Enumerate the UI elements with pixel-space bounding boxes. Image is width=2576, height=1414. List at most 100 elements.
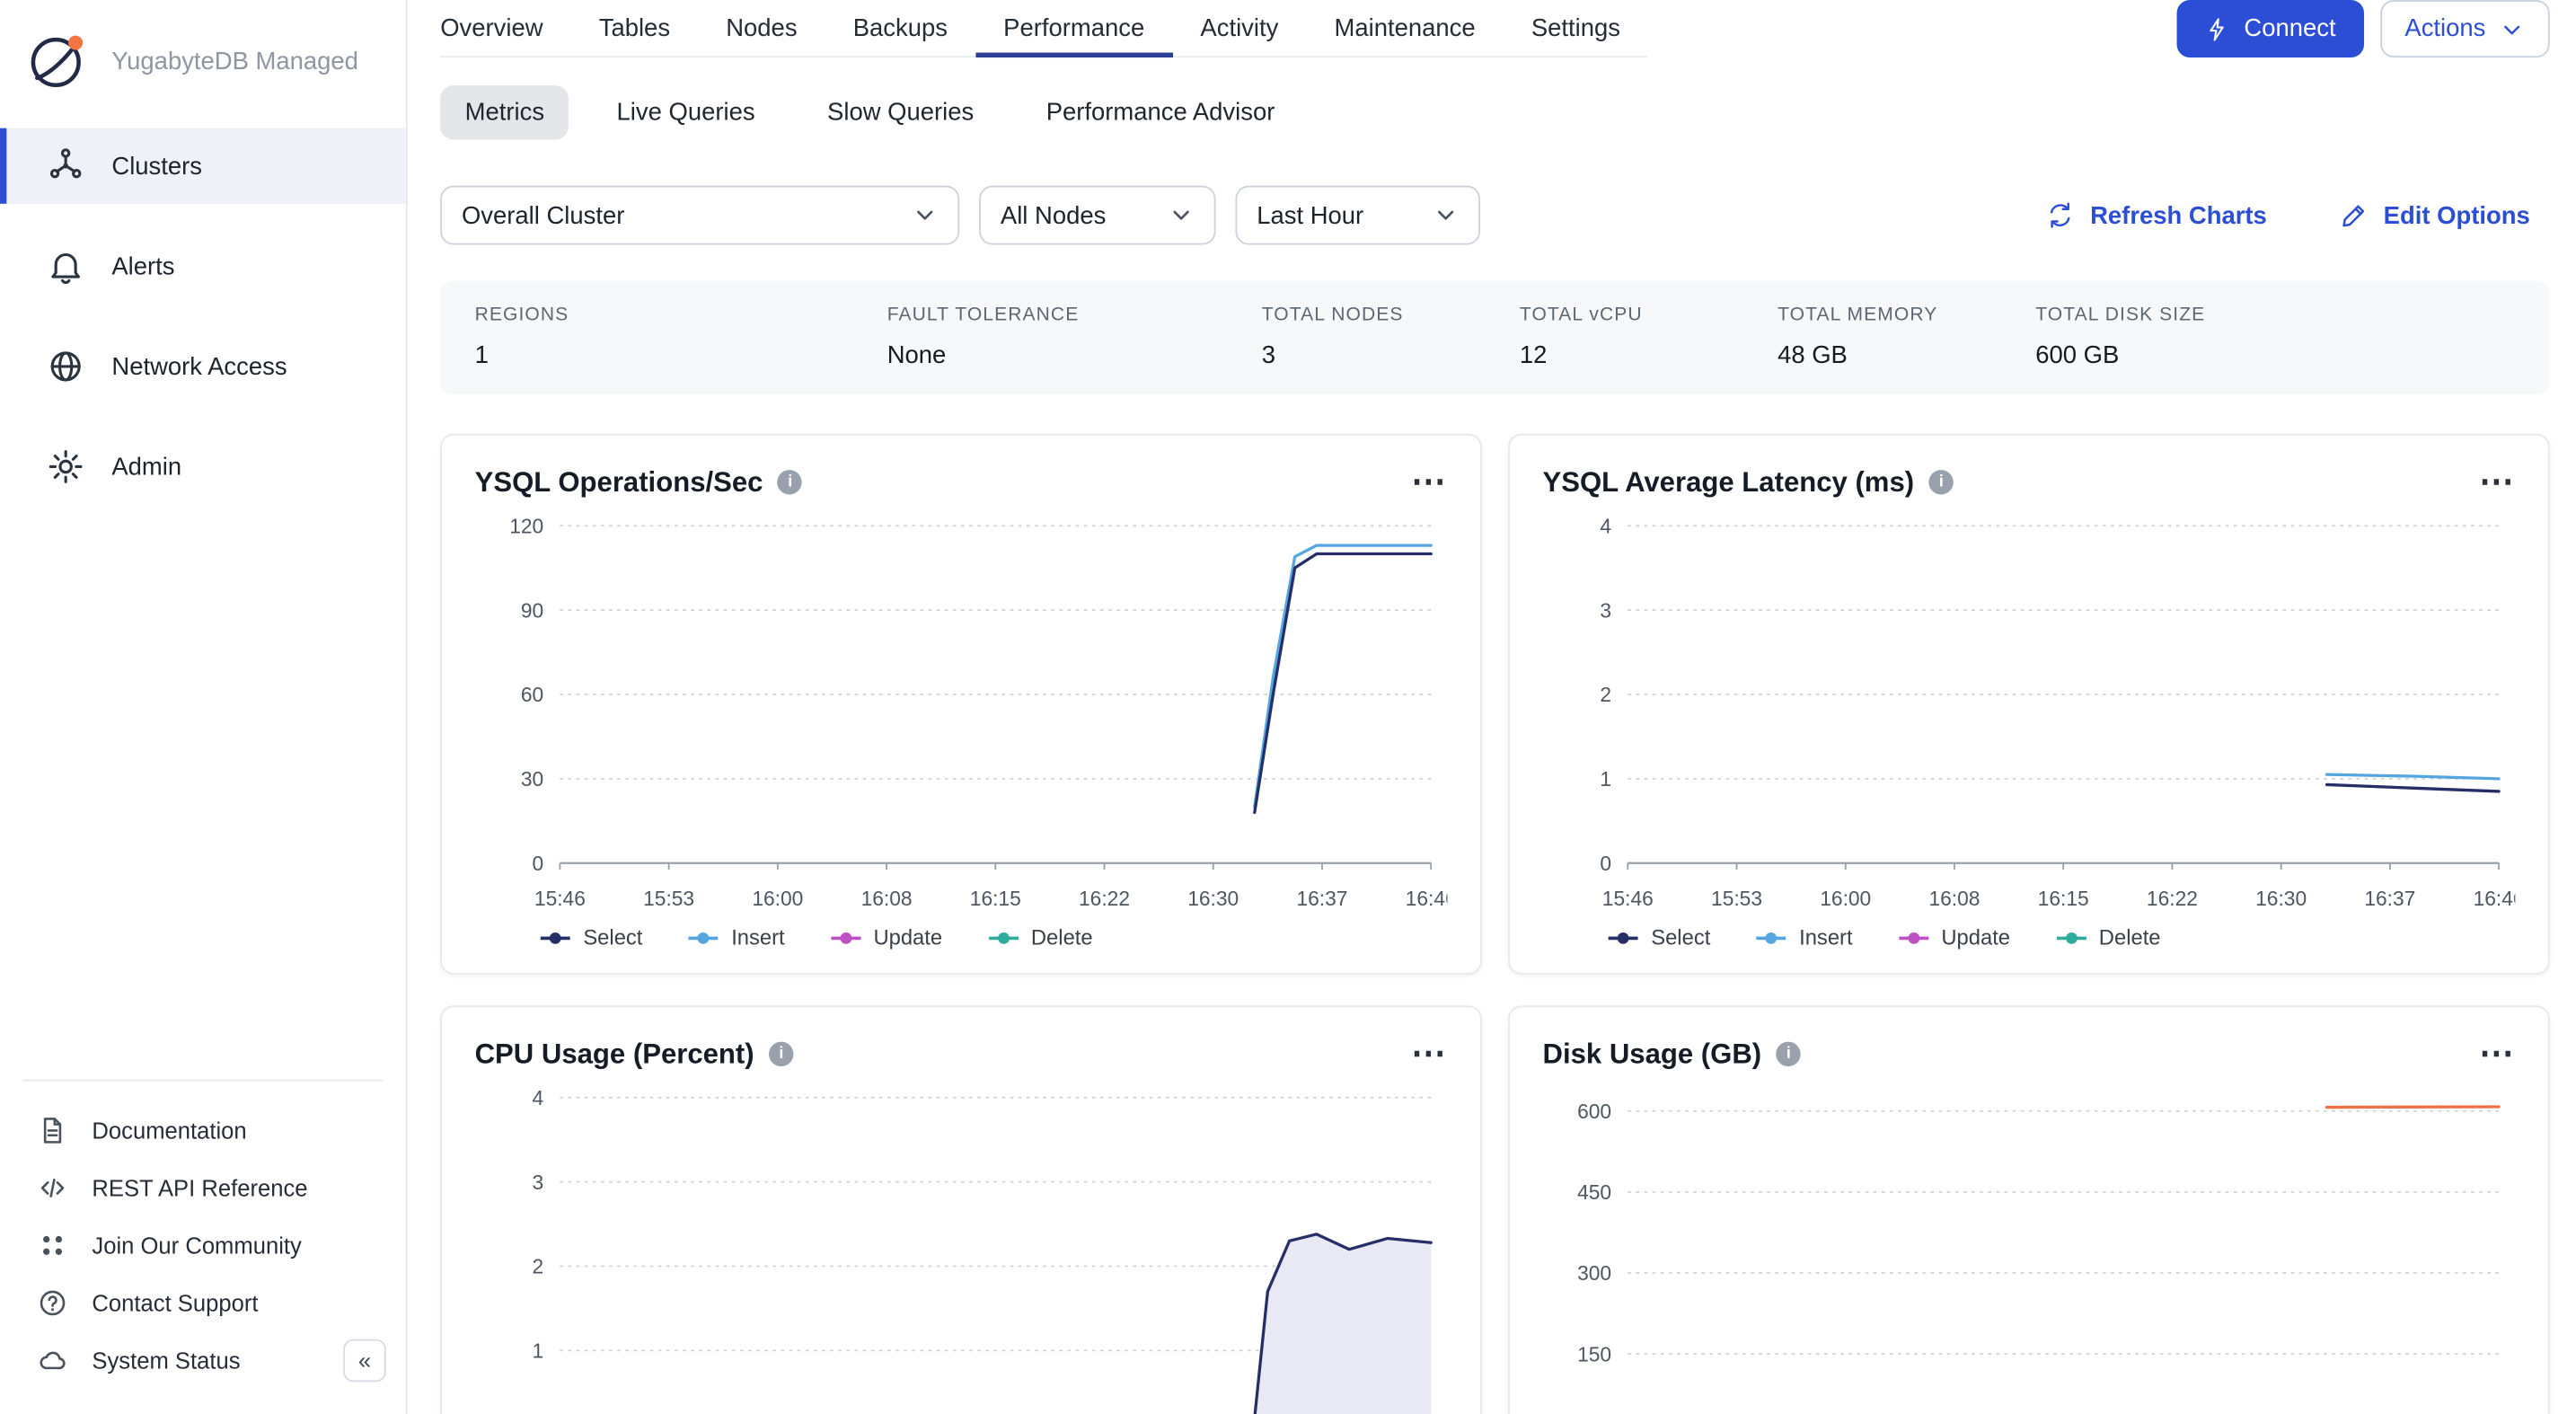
legend-item[interactable]: Select bbox=[1609, 925, 1711, 950]
sidebar-footer-item[interactable]: Join Our Community bbox=[0, 1216, 406, 1274]
page-tab[interactable]: Maintenance bbox=[1306, 0, 1503, 56]
page-tab[interactable]: Activity bbox=[1172, 0, 1306, 56]
svg-text:3: 3 bbox=[1600, 598, 1611, 622]
page-tab-label: Tables bbox=[599, 14, 670, 42]
legend-item[interactable]: Update bbox=[831, 925, 942, 950]
edit-options-link[interactable]: Edit Options bbox=[2339, 200, 2529, 230]
info-icon[interactable]: i bbox=[1777, 1042, 1801, 1066]
nodes-select[interactable]: All Nodes bbox=[979, 186, 1215, 245]
legend-marker-icon bbox=[1609, 936, 1638, 940]
svg-text:16:22: 16:22 bbox=[1079, 887, 1130, 910]
page-tab[interactable]: Backups bbox=[825, 0, 975, 56]
chevron-down-icon bbox=[1433, 202, 1459, 228]
support-icon bbox=[36, 1286, 69, 1319]
legend-item[interactable]: Select bbox=[541, 925, 643, 950]
chart-menu-button[interactable]: ⋯ bbox=[1411, 465, 1447, 499]
page-tab-label: Settings bbox=[1531, 14, 1620, 42]
svg-text:3: 3 bbox=[533, 1171, 544, 1194]
performance-subtab[interactable]: Slow Queries bbox=[803, 85, 999, 139]
legend-item[interactable]: Delete bbox=[988, 925, 1092, 950]
page-tab-label: Maintenance bbox=[1335, 14, 1476, 42]
sidebar-item[interactable]: Admin bbox=[0, 429, 406, 504]
sidebar-footer: Documentation REST API Reference Join Ou… bbox=[0, 1100, 406, 1388]
legend-item[interactable]: Update bbox=[1899, 925, 2010, 950]
brand-name: YugabyteDB Managed bbox=[111, 47, 358, 75]
svg-text:30: 30 bbox=[521, 767, 543, 791]
legend-label: Delete bbox=[1031, 925, 1093, 950]
select-value: Last Hour bbox=[1257, 201, 1363, 229]
charts-grid: YSQL Operations/Seci⋯030609012015:4615:5… bbox=[440, 434, 2550, 1414]
chart-plot: 015030045060015:4615:5316:0016:0816:1516… bbox=[1543, 1078, 2516, 1414]
sidebar-item[interactable]: Network Access bbox=[0, 329, 406, 404]
legend-marker-icon bbox=[541, 936, 570, 940]
performance-subtab[interactable]: Metrics bbox=[440, 85, 569, 139]
page-tab[interactable]: Performance bbox=[975, 0, 1172, 56]
refresh-charts-link[interactable]: Refresh Charts bbox=[2046, 200, 2267, 230]
sidebar-footer-item[interactable]: Contact Support bbox=[0, 1274, 406, 1331]
page-tab[interactable]: Nodes bbox=[698, 0, 825, 56]
refresh-icon bbox=[2046, 200, 2076, 230]
legend-marker-icon bbox=[2056, 936, 2086, 940]
sidebar-footer-item[interactable]: REST API Reference bbox=[0, 1159, 406, 1216]
page-tab[interactable]: Settings bbox=[1504, 0, 1648, 56]
svg-text:16:22: 16:22 bbox=[2147, 887, 2198, 910]
legend-label: Insert bbox=[1799, 925, 1852, 950]
sidebar-item-label: Network Access bbox=[111, 352, 287, 380]
stat: TOTAL vCPU 12 bbox=[1520, 305, 1778, 369]
cluster-select[interactable]: Overall Cluster bbox=[440, 186, 959, 245]
page-tab[interactable]: Overview bbox=[440, 0, 570, 56]
stat-label: TOTAL MEMORY bbox=[1778, 305, 2035, 325]
svg-text:300: 300 bbox=[1577, 1261, 1611, 1285]
stat-value: 48 GB bbox=[1778, 341, 2035, 369]
chart-card: YSQL Average Latency (ms)i⋯0123415:4615:… bbox=[1508, 434, 2550, 975]
topbar-actions: Connect Actions bbox=[2176, 0, 2549, 57]
sidebar: YugabyteDB Managed Clusters Alerts Netwo… bbox=[0, 0, 408, 1414]
chart-menu-button[interactable]: ⋯ bbox=[2479, 465, 2515, 499]
chart-card: CPU Usage (Percent)i⋯0123415:4615:5316:0… bbox=[440, 1006, 1482, 1414]
sidebar-nav: Clusters Alerts Network Access Admin bbox=[0, 128, 406, 505]
stat: TOTAL DISK SIZE 600 GB bbox=[2035, 305, 2515, 369]
stat-label: TOTAL NODES bbox=[1262, 305, 1520, 325]
performance-subtab[interactable]: Performance Advisor bbox=[1021, 85, 1300, 139]
sidebar-footer-label: Contact Support bbox=[92, 1289, 258, 1315]
app-window: YugabyteDB Managed Clusters Alerts Netwo… bbox=[0, 0, 2576, 1414]
chart-menu-button[interactable]: ⋯ bbox=[2479, 1037, 2515, 1071]
sidebar-footer-item[interactable]: System Status « bbox=[0, 1331, 406, 1389]
sidebar-item[interactable]: Clusters bbox=[0, 128, 406, 204]
chart-header: Disk Usage (GB) i ⋯ bbox=[1543, 1037, 2516, 1071]
actions-button[interactable]: Actions bbox=[2380, 0, 2550, 57]
sidebar-footer-label: System Status bbox=[92, 1347, 240, 1373]
svg-text:16:08: 16:08 bbox=[1928, 887, 1980, 910]
info-icon[interactable]: i bbox=[778, 470, 802, 494]
svg-text:16:46: 16:46 bbox=[1406, 887, 1448, 910]
sidebar-footer-label: Documentation bbox=[92, 1117, 246, 1143]
legend-marker-icon bbox=[689, 936, 719, 940]
bolt-icon bbox=[2204, 15, 2230, 41]
api-icon bbox=[36, 1171, 69, 1204]
chart-title: Disk Usage (GB) bbox=[1543, 1038, 1762, 1071]
page-tab-label: Nodes bbox=[726, 14, 797, 42]
legend-item[interactable]: Delete bbox=[2056, 925, 2160, 950]
sidebar-collapse-button[interactable]: « bbox=[343, 1339, 386, 1382]
page-tab-label: Backups bbox=[853, 14, 948, 42]
chart-title: YSQL Average Latency (ms) bbox=[1543, 466, 1915, 499]
performance-subtab-label: Performance Advisor bbox=[1046, 99, 1275, 127]
sidebar-item[interactable]: Alerts bbox=[0, 228, 406, 304]
legend-item[interactable]: Insert bbox=[1757, 925, 1853, 950]
cluster-stats-bar: REGIONS 1 FAULT TOLERANCE None TOTAL NOD… bbox=[440, 281, 2550, 394]
sidebar-footer-item[interactable]: Documentation bbox=[0, 1100, 406, 1158]
performance-subtab[interactable]: Live Queries bbox=[592, 85, 780, 139]
legend-item[interactable]: Insert bbox=[689, 925, 785, 950]
svg-text:90: 90 bbox=[521, 598, 543, 622]
svg-text:4: 4 bbox=[533, 1086, 544, 1109]
info-icon[interactable]: i bbox=[769, 1042, 793, 1066]
connect-button[interactable]: Connect bbox=[2176, 0, 2363, 57]
svg-text:0: 0 bbox=[533, 852, 544, 875]
chart-menu-button[interactable]: ⋯ bbox=[1411, 1037, 1447, 1071]
info-icon[interactable]: i bbox=[1929, 470, 1954, 494]
timerange-select[interactable]: Last Hour bbox=[1235, 186, 1480, 245]
svg-text:16:00: 16:00 bbox=[1820, 887, 1871, 910]
brand: YugabyteDB Managed bbox=[0, 20, 406, 128]
chart-title: YSQL Operations/Sec bbox=[475, 466, 763, 499]
page-tab[interactable]: Tables bbox=[571, 0, 698, 56]
